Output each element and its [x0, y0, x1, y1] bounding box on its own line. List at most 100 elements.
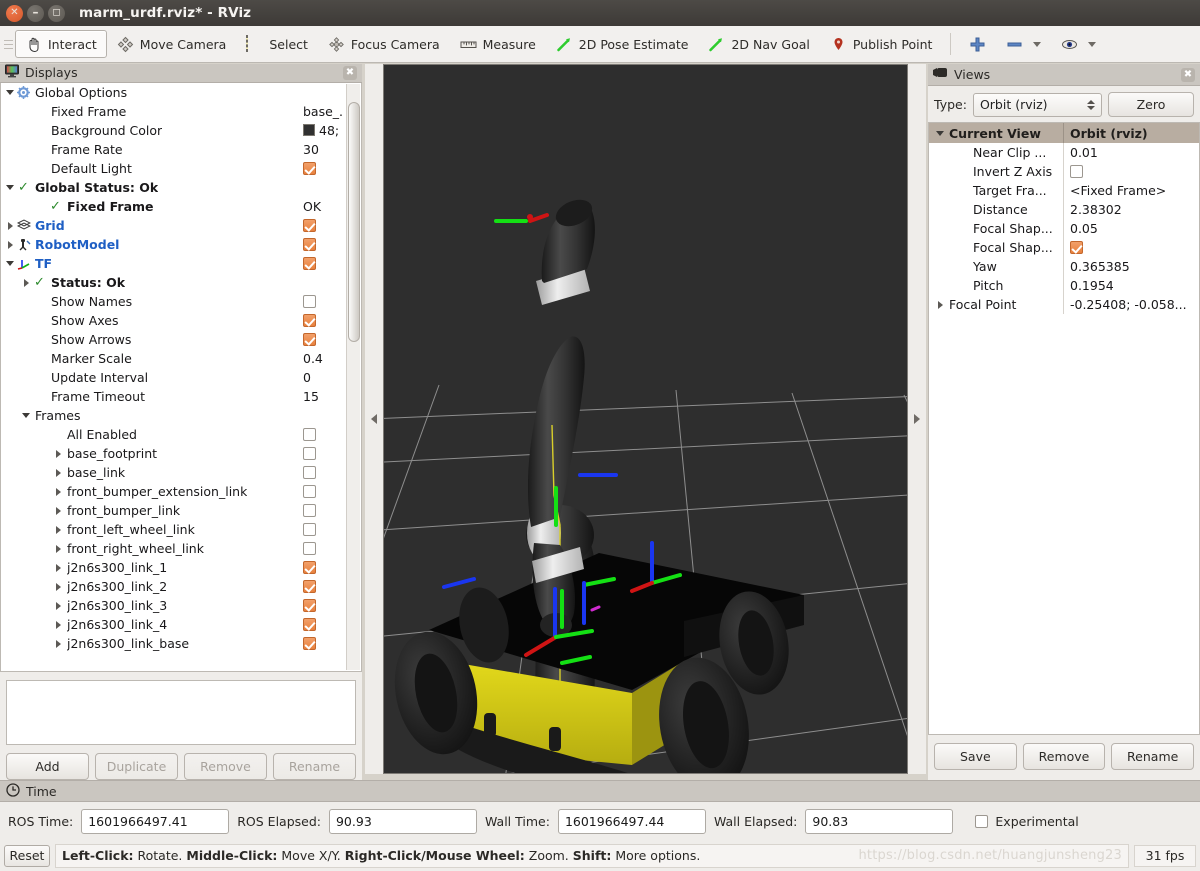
enabled-checkbox[interactable]: [303, 484, 316, 498]
views-tree-row[interactable]: Pitch 0.1954: [929, 276, 1199, 295]
enabled-checkbox[interactable]: [303, 522, 316, 536]
display-tree-row[interactable]: j2n6s300_link_4: [1, 615, 347, 634]
views-tree-row[interactable]: Focal Shap... 0.05: [929, 219, 1199, 238]
views-tree-row[interactable]: Distance 2.38302: [929, 200, 1199, 219]
chevron-right-icon[interactable]: [935, 299, 946, 310]
chevron-right-icon[interactable]: [5, 239, 16, 250]
display-tree-row[interactable]: Frames: [1, 406, 347, 425]
visibility-tool-button[interactable]: [1051, 30, 1106, 58]
display-tree-row[interactable]: Grid: [1, 216, 347, 235]
views-tree[interactable]: Current View Orbit (rviz) Near Clip ... 0…: [928, 122, 1200, 735]
close-icon[interactable]: ✖: [343, 65, 357, 80]
color-swatch[interactable]: [303, 124, 315, 137]
views-row-value-cell[interactable]: 0.365385: [1063, 257, 1199, 276]
save-view-button[interactable]: Save: [934, 743, 1017, 770]
enabled-checkbox[interactable]: [303, 465, 316, 479]
views-type-select[interactable]: Orbit (rviz): [972, 92, 1102, 117]
chevron-down-icon[interactable]: [1033, 41, 1042, 47]
chevron-right-icon[interactable]: [53, 581, 64, 592]
enabled-checkbox[interactable]: [303, 161, 316, 175]
views-row-value-cell[interactable]: 0.01: [1063, 143, 1199, 162]
enabled-checkbox[interactable]: [303, 503, 316, 517]
row-value-checkbox[interactable]: [303, 256, 316, 270]
chevron-down-icon[interactable]: [935, 128, 946, 139]
chevron-right-icon[interactable]: [53, 467, 64, 478]
views-row-value-cell[interactable]: -0.25408; -0.058...: [1063, 295, 1199, 314]
display-tree-row[interactable]: Default Light: [1, 159, 347, 178]
row-value-checkbox[interactable]: [303, 313, 316, 327]
views-tree-row[interactable]: Near Clip ... 0.01: [929, 143, 1199, 162]
chevron-right-icon[interactable]: [53, 524, 64, 535]
chevron-down-icon[interactable]: [5, 258, 16, 269]
tool-2d-nav-goal[interactable]: 2D Nav Goal: [698, 30, 819, 58]
row-value-checkbox[interactable]: [303, 332, 316, 346]
remove-view-button[interactable]: Remove: [1022, 743, 1106, 770]
display-tree-row[interactable]: base_link: [1, 463, 347, 482]
enabled-checkbox[interactable]: [303, 313, 316, 327]
enabled-checkbox[interactable]: [303, 332, 316, 346]
display-tree-row[interactable]: ✓ Global Status: Ok: [1, 178, 347, 197]
chevron-down-icon[interactable]: [5, 182, 16, 193]
enabled-checkbox[interactable]: [303, 256, 316, 270]
row-value-text[interactable]: 15: [303, 389, 319, 404]
display-tree-row[interactable]: Update Interval 0: [1, 368, 347, 387]
enabled-checkbox[interactable]: [303, 446, 316, 460]
row-value-checkbox[interactable]: [303, 427, 316, 441]
enabled-checkbox[interactable]: [303, 541, 316, 555]
chevron-down-icon[interactable]: [1088, 41, 1097, 47]
rename-view-button[interactable]: Rename: [1111, 743, 1195, 770]
displays-tree[interactable]: Global Options Fixed Frame base_. Backgroun…: [0, 82, 362, 672]
maximize-window-button[interactable]: ◻: [48, 4, 65, 22]
row-value-checkbox[interactable]: [303, 560, 316, 574]
enabled-checkbox[interactable]: [303, 579, 316, 593]
wall-elapsed-input[interactable]: 90.83: [805, 808, 954, 834]
display-tree-row[interactable]: j2n6s300_link_1: [1, 558, 347, 577]
display-tree-row[interactable]: Show Names: [1, 292, 347, 311]
views-row-value-cell[interactable]: 2.38302: [1063, 200, 1199, 219]
close-window-button[interactable]: ✕: [6, 4, 23, 22]
tool-measure[interactable]: Measure: [450, 30, 546, 58]
tool-focus-camera[interactable]: Focus Camera: [318, 30, 450, 58]
toolbar-grip[interactable]: [4, 33, 13, 55]
views-tree-row[interactable]: Target Fra... <Fixed Frame>: [929, 181, 1199, 200]
views-row-checkbox[interactable]: [1070, 241, 1083, 254]
display-tree-row[interactable]: Fixed Frame base_.: [1, 102, 347, 121]
display-tree-row[interactable]: RobotModel: [1, 235, 347, 254]
display-tree-row[interactable]: front_bumper_extension_link: [1, 482, 347, 501]
display-tree-row[interactable]: Global Options: [1, 83, 347, 102]
reset-button[interactable]: Reset: [4, 844, 50, 867]
row-value-text[interactable]: 0.4: [303, 351, 323, 366]
enabled-checkbox[interactable]: [303, 218, 316, 232]
row-value-checkbox[interactable]: [303, 484, 316, 498]
rename-display-button[interactable]: Rename: [273, 753, 356, 780]
row-value-text[interactable]: 30: [303, 142, 319, 157]
chevron-right-icon[interactable]: [53, 600, 64, 611]
views-row-value-cell[interactable]: [1063, 238, 1199, 257]
row-value-text[interactable]: OK: [303, 199, 321, 214]
enabled-checkbox[interactable]: [303, 617, 316, 631]
row-value-checkbox[interactable]: [303, 541, 316, 555]
chevron-down-icon[interactable]: [5, 87, 16, 98]
chevron-right-icon[interactable]: [53, 638, 64, 649]
duplicate-display-button[interactable]: Duplicate: [95, 753, 178, 780]
display-tree-row[interactable]: base_footprint: [1, 444, 347, 463]
row-value-checkbox[interactable]: [303, 237, 316, 251]
row-value-text[interactable]: 0: [303, 370, 311, 385]
displays-scrollbar-thumb[interactable]: [348, 101, 360, 342]
display-tree-row[interactable]: Show Arrows: [1, 330, 347, 349]
tool-2d-pose-estimate[interactable]: 2D Pose Estimate: [546, 30, 699, 58]
display-tree-row[interactable]: j2n6s300_link_3: [1, 596, 347, 615]
views-row-value-cell[interactable]: <Fixed Frame>: [1063, 181, 1199, 200]
display-tree-row[interactable]: j2n6s300_link_2: [1, 577, 347, 596]
row-value-checkbox[interactable]: [303, 446, 316, 460]
remove-display-button[interactable]: Remove: [184, 753, 267, 780]
views-tree-row[interactable]: Focal Shap...: [929, 238, 1199, 257]
displays-scrollbar[interactable]: [346, 83, 360, 670]
zero-button[interactable]: Zero: [1108, 92, 1194, 117]
display-tree-row[interactable]: ✓ Fixed Frame OK: [1, 197, 347, 216]
views-tree-row[interactable]: Focal Point -0.25408; -0.058...: [929, 295, 1199, 314]
chevron-right-icon[interactable]: [5, 220, 16, 231]
enabled-checkbox[interactable]: [303, 560, 316, 574]
display-tree-row[interactable]: ✓ Status: Ok: [1, 273, 347, 292]
enabled-checkbox[interactable]: [303, 598, 316, 612]
